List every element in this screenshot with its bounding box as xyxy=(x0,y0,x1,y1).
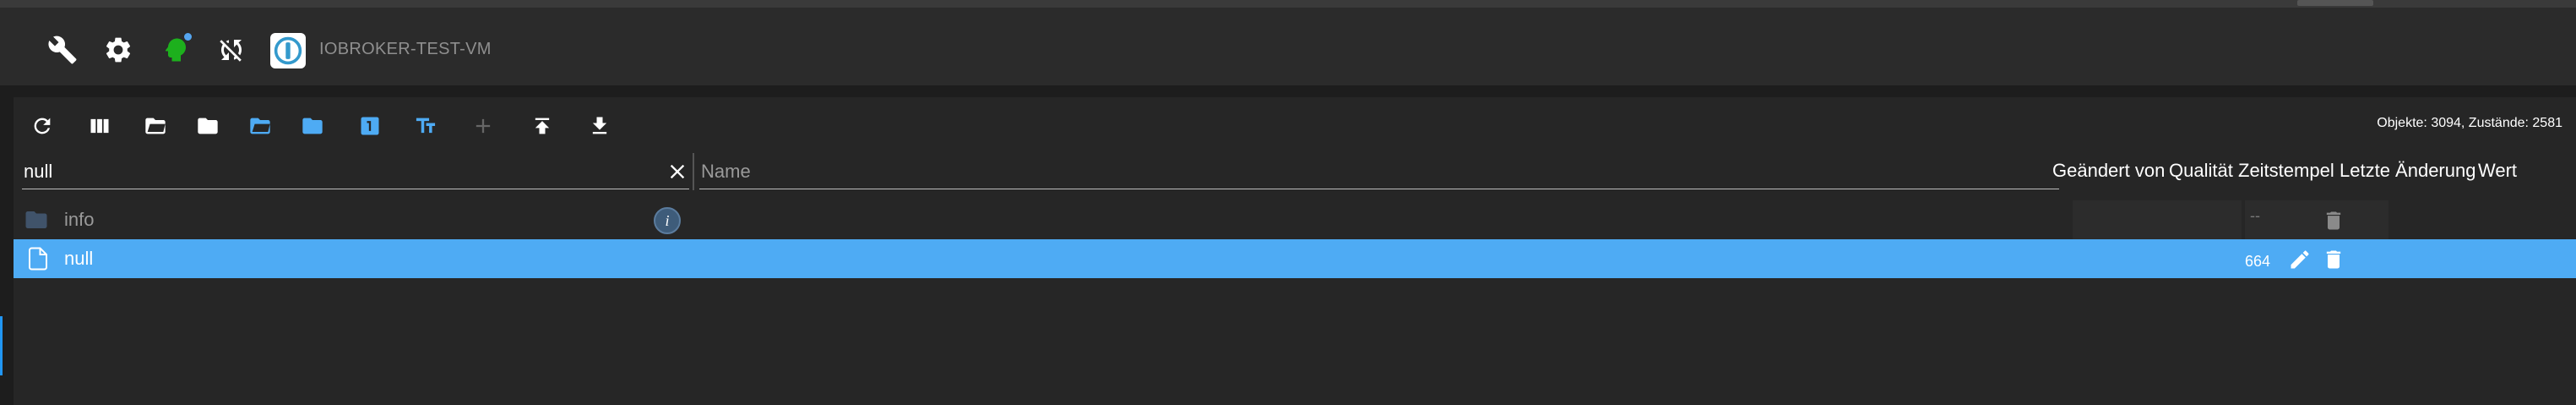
text-size-icon[interactable] xyxy=(407,107,444,145)
object-state-counts: Objekte: 3094, Zustände: 2581 xyxy=(2377,116,2562,130)
columns-icon[interactable] xyxy=(81,107,118,145)
column-last-change[interactable]: Letzte Änderung xyxy=(2340,160,2475,182)
tree-row[interactable]: info i -- xyxy=(14,200,2576,239)
app-header: IOBROKER-TEST-VM xyxy=(0,8,2576,85)
window-handle xyxy=(2297,0,2373,6)
host-name: IOBROKER-TEST-VM xyxy=(319,40,492,58)
id-filter xyxy=(22,155,689,189)
objects-panel: Objekte: 3094, Zustände: 2581 Geändert v… xyxy=(14,97,2576,405)
tree-row-selected[interactable]: null 664 xyxy=(14,239,2576,278)
number-icon[interactable] xyxy=(351,107,389,145)
iobroker-logo[interactable] xyxy=(270,33,306,68)
settings-gear-icon[interactable] xyxy=(100,31,137,68)
name-filter xyxy=(699,155,2059,189)
column-timestamp[interactable]: Zeitstempel xyxy=(2238,160,2334,182)
upload-icon[interactable] xyxy=(524,107,561,145)
row-value: 664 xyxy=(2245,253,2271,270)
row-id: null xyxy=(64,248,94,269)
sync-disabled-icon[interactable] xyxy=(213,31,250,68)
refresh-icon[interactable] xyxy=(24,107,61,145)
column-quality[interactable]: Qualität xyxy=(2169,160,2233,182)
column-changed-by[interactable]: Geändert von xyxy=(2052,160,2165,182)
id-filter-input[interactable] xyxy=(22,158,650,185)
expert-mode-head-icon[interactable] xyxy=(157,31,194,68)
download-icon[interactable] xyxy=(581,107,618,145)
file-icon[interactable] xyxy=(24,246,52,271)
objects-toolbar: Objekte: 3094, Zustände: 2581 xyxy=(14,97,2576,148)
quality-cell xyxy=(2073,200,2242,239)
edit-icon[interactable] xyxy=(2285,246,2314,273)
delete-icon[interactable] xyxy=(2319,246,2348,273)
row-id: info xyxy=(64,209,95,230)
top-border xyxy=(0,0,2576,8)
delete-icon[interactable] xyxy=(2319,207,2348,234)
column-value[interactable]: Wert xyxy=(2478,160,2517,182)
name-filter-input[interactable] xyxy=(699,158,2054,185)
add-icon[interactable] xyxy=(465,107,502,145)
collapse-one-level-icon[interactable] xyxy=(294,107,331,145)
collapse-all-icon[interactable] xyxy=(189,107,226,145)
folder-icon[interactable] xyxy=(22,207,51,233)
clear-filter-icon[interactable] xyxy=(662,156,693,187)
sidebar-active-indicator xyxy=(0,316,3,375)
expand-one-level-icon[interactable] xyxy=(242,107,279,145)
notification-dot xyxy=(184,33,192,41)
timestamp-cell xyxy=(2245,200,2389,239)
info-adapter-icon: i xyxy=(654,207,681,234)
column-divider[interactable] xyxy=(693,153,694,190)
value-placeholder: -- xyxy=(2250,207,2260,224)
wrench-icon[interactable] xyxy=(44,31,81,68)
expand-all-icon[interactable] xyxy=(137,107,174,145)
filter-row: Geändert von Qualität Zeitstempel Letzte… xyxy=(14,148,2576,197)
